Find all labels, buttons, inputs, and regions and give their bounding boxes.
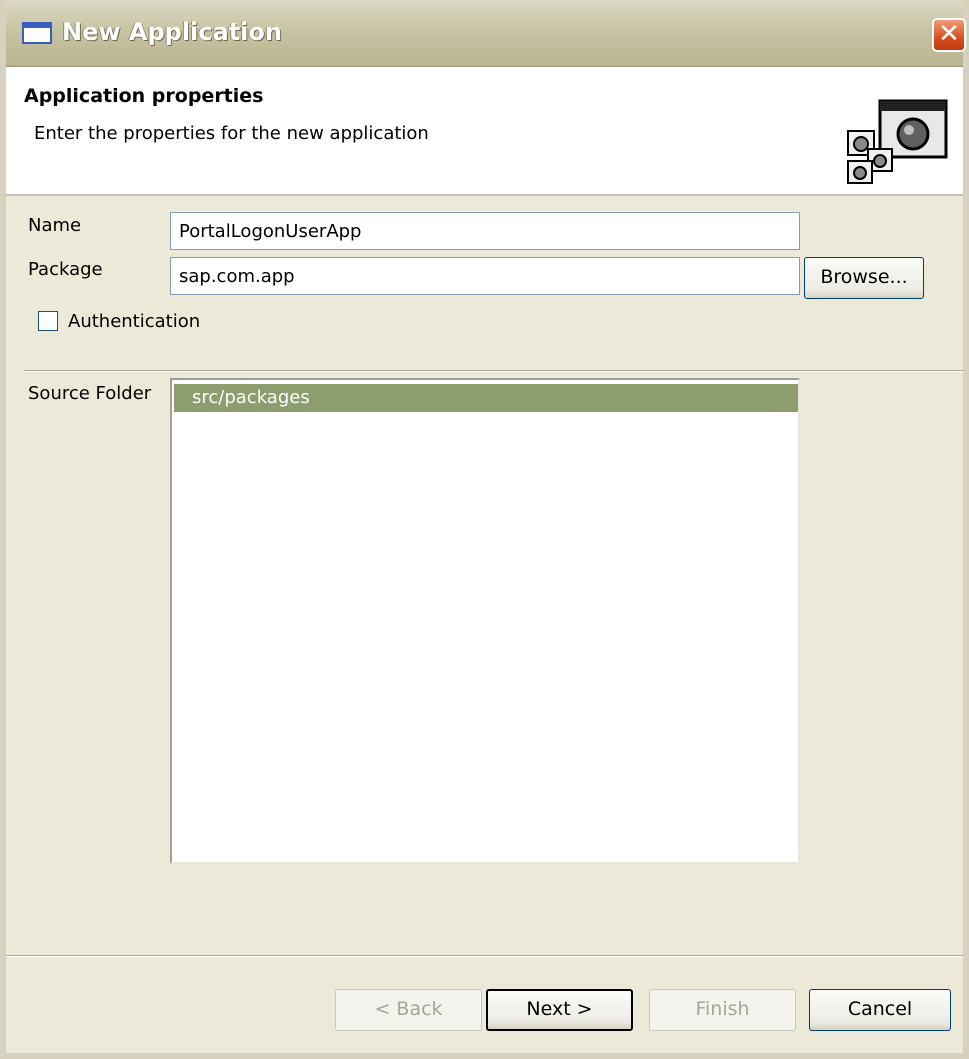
wizard-header: Application properties Enter the propert… xyxy=(6,67,963,196)
window-title: New Application xyxy=(62,18,282,46)
page-title: Application properties xyxy=(24,85,264,107)
window-icon xyxy=(22,22,52,44)
authentication-checkbox[interactable] xyxy=(38,311,58,331)
next-button[interactable]: Next > xyxy=(486,989,633,1031)
page-description: Enter the properties for the new applica… xyxy=(34,123,429,144)
name-label: Name xyxy=(28,215,82,236)
form-separator xyxy=(24,370,963,372)
application-wizard-icon xyxy=(847,99,948,184)
browse-button[interactable]: Browse... xyxy=(804,257,924,299)
close-icon: ✕ xyxy=(938,19,960,49)
new-application-dialog: New Application ✕ Application properties… xyxy=(0,0,969,1059)
source-folder-list[interactable]: src/packages xyxy=(170,378,800,864)
close-button[interactable]: ✕ xyxy=(932,18,966,52)
package-input[interactable] xyxy=(170,257,800,295)
source-folder-label: Source Folder xyxy=(28,383,152,404)
package-label: Package xyxy=(28,259,103,280)
list-item[interactable]: src/packages xyxy=(174,384,798,412)
finish-button[interactable]: Finish xyxy=(649,989,796,1031)
name-input[interactable] xyxy=(170,212,800,250)
footer-separator xyxy=(6,955,963,957)
cancel-button[interactable]: Cancel xyxy=(809,989,951,1031)
back-button[interactable]: < Back xyxy=(335,989,482,1031)
authentication-label: Authentication xyxy=(68,311,201,332)
title-bar[interactable]: New Application ✕ xyxy=(6,0,966,67)
